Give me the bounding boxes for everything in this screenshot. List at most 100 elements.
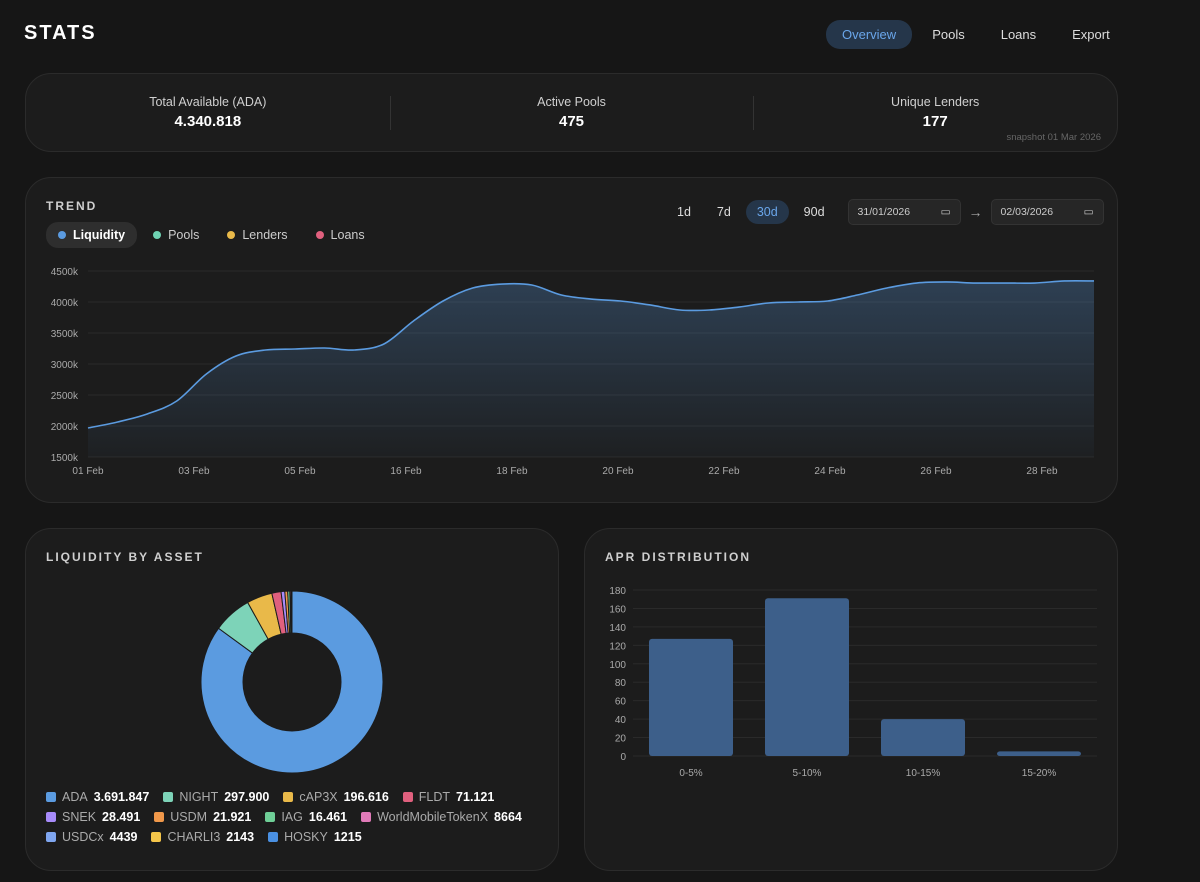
x-tick-label: 05 Feb [284,466,316,477]
y-tick-label: 80 [615,678,627,689]
x-tick-label: 0-5% [679,768,702,779]
x-tick-label: 5-10% [793,768,822,779]
legend-item-iag[interactable]: IAG 16.461 [265,810,347,824]
x-tick-label: 26 Feb [920,466,952,477]
swatch-icon [151,832,162,842]
legend-item-charli3[interactable]: CHARLI3 2143 [151,830,254,844]
y-tick-label: 100 [609,660,626,671]
bar-10-15% [881,719,965,756]
legend-item-night[interactable]: NIGHT 297.900 [163,790,269,804]
legend-value: 16.461 [308,810,348,824]
legend-label: SNEK [62,810,97,824]
legend-value: 1215 [333,830,362,844]
x-tick-label: 03 Feb [178,466,210,477]
stat-label: Total Available (ADA) [149,95,267,109]
y-tick-label: 140 [609,623,626,634]
legend-value: 297.900 [224,790,270,804]
stat-value: 475 [558,113,585,130]
stat-total-available: Total Available (ADA) 4.340.818 [26,74,390,151]
legend-value: 2143 [226,830,255,844]
legend-value: 196.616 [343,790,389,804]
legend-value: 3.691.847 [93,790,150,804]
stat-active-pools: Active Pools 475 [389,74,754,151]
swatch-icon [283,792,294,802]
x-tick-label: 15-20% [1022,768,1057,779]
legend-item-fldt[interactable]: FLDT 71.121 [402,790,495,804]
x-tick-label: 20 Feb [602,466,634,477]
y-tick-label: 3500k [51,329,79,340]
legend-label: NIGHT [179,790,219,804]
y-tick-label: 40 [615,715,627,726]
stat-label: Active Pools [537,95,606,109]
swatch-icon [361,812,372,822]
snapshot-date: snapshot 01 Mar 2026 [1006,132,1101,143]
legend-label: FLDT [418,790,451,804]
swatch-icon [402,792,413,802]
legend-item-worldmobiletokenx[interactable]: WorldMobileTokenX 8664 [361,810,522,824]
y-tick-label: 60 [615,697,627,708]
bar-5-10% [765,598,849,756]
x-tick-label: 16 Feb [390,466,422,477]
legend-item-usdcx[interactable]: USDCx 4439 [46,830,137,844]
asset-donut-chart [200,590,384,774]
x-tick-label: 22 Feb [708,466,740,477]
bar-15-20% [997,751,1081,756]
main-nav: Overview Pools Loans Export [826,20,1126,49]
y-tick-label: 4500k [51,267,79,278]
swatch-icon [154,812,165,822]
y-tick-label: 160 [609,604,626,615]
trend-chart: 1500k 2000k 2500k 3000k 3500k 4000k 4500k 01 Fe… [51,267,1095,477]
swatch-icon [46,812,56,822]
legend-label: USDM [170,810,208,824]
x-tick-label: 10-15% [906,768,941,779]
nav-overview[interactable]: Overview [826,20,913,49]
nav-export[interactable]: Export [1056,20,1126,49]
x-tick-label: 18 Feb [496,466,528,477]
x-tick-label: 24 Feb [814,466,846,477]
legend-item-ada[interactable]: ADA 3.691.847 [46,790,149,804]
y-tick-label: 0 [620,752,626,763]
nav-pools[interactable]: Pools [916,20,981,49]
legend-item-snek[interactable]: SNEK 28.491 [46,810,140,824]
trend-card: TREND Liquidity Pools Lenders Loans 1d 7… [25,177,1118,503]
legend-label: cAP3X [299,790,338,804]
nav-loans[interactable]: Loans [985,20,1052,49]
y-tick-label: 120 [609,641,626,652]
y-tick-label: 3000k [51,360,79,371]
swatch-icon [268,832,279,842]
liquidity-by-asset-card: LIQUIDITY BY ASSET ADA 3.691.847 NIGHT 297.… [25,528,559,871]
y-tick-label: 20 [615,734,627,745]
legend-label: HOSKY [284,830,328,844]
legend-label: USDCx [62,830,104,844]
legend-value: 4439 [109,830,138,844]
legend-item-cap3x[interactable]: cAP3X 196.616 [283,790,389,804]
swatch-icon [265,812,276,822]
legend-item-usdm[interactable]: USDM 21.921 [154,810,251,824]
legend-label: CHARLI3 [167,830,221,844]
legend-label: IAG [281,810,303,824]
x-tick-label: 28 Feb [1026,466,1058,477]
stat-value: 177 [922,113,948,130]
app-logo: STATS [24,22,97,44]
legend-label: WorldMobileTokenX [377,810,489,824]
legend-value: 28.491 [102,810,141,824]
y-tick-label: 4000k [51,298,79,309]
y-tick-label: 2000k [51,422,79,433]
swatch-icon [46,832,56,842]
y-tick-label: 1500k [51,453,79,464]
y-tick-label: 2500k [51,391,79,402]
legend-item-hosky[interactable]: HOSKY 1215 [268,830,362,844]
legend-value: 21.921 [213,810,252,824]
apr-bar-chart: 0 20 40 60 80 100 120 140 160 180 0-5% 5-10% 10-15% 1… [609,586,1097,779]
stats-card: Total Available (ADA) 4.340.818 Active Po… [25,73,1118,152]
legend-value: 8664 [494,810,522,824]
swatch-icon [163,792,174,802]
apr-distribution-card: APR DISTRIBUTION 0 20 40 60 80 100 120 140 160 18… [584,528,1118,871]
y-tick-label: 180 [609,586,626,597]
asset-legend: ADA 3.691.847 NIGHT 297.900 cAP3X 196.616 FLDT… [46,790,546,844]
legend-value: 71.121 [456,790,495,804]
stat-value: 4.340.818 [174,113,242,130]
legend-label: ADA [62,790,88,804]
stat-label: Unique Lenders [891,95,980,109]
liquidity-area [88,280,1094,457]
